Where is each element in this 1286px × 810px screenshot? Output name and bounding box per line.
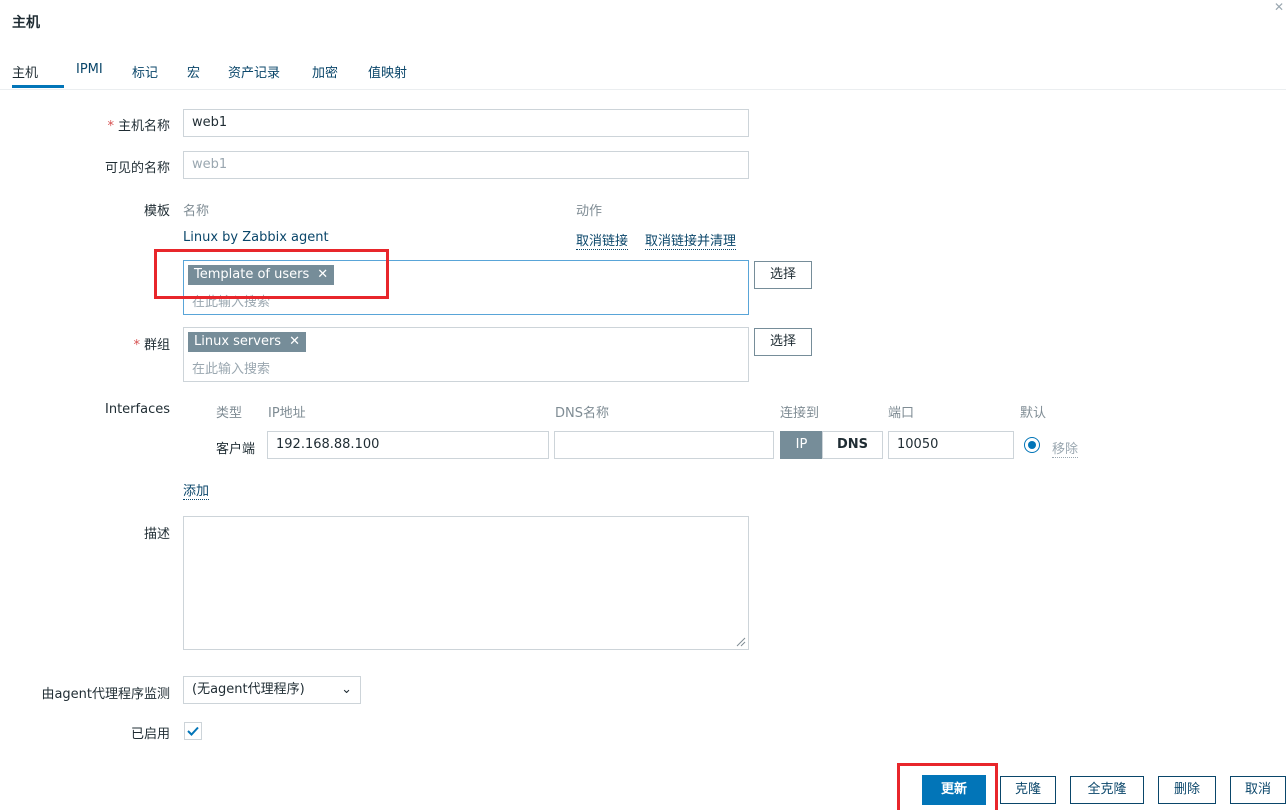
description-textarea[interactable] <box>183 516 749 650</box>
proxy-select-value: (无agent代理程序) <box>192 682 305 697</box>
templates-search-input[interactable]: 在此输入搜索 <box>192 291 270 310</box>
remove-chip-icon[interactable]: ✕ <box>289 334 300 349</box>
visible-name-label: 可见的名称 <box>104 161 170 176</box>
templates-col-name: 名称 <box>183 204 210 219</box>
interface-type: 客户端 <box>216 442 256 457</box>
description-label: 描述 <box>143 527 170 542</box>
connect-ip-toggle[interactable]: IP <box>780 431 823 459</box>
groups-label: * 群组 <box>133 338 170 353</box>
interfaces-col-connect: 连接到 <box>780 406 820 421</box>
enabled-label: 已启用 <box>130 727 170 742</box>
unlink-link[interactable]: 取消链接 <box>576 230 629 250</box>
full-clone-button[interactable]: 全克隆 <box>1070 776 1144 804</box>
tab-encryption[interactable]: 加密 <box>312 62 338 81</box>
template-chip: Template of users ✕ <box>188 265 335 285</box>
templates-label: 模板 <box>143 204 170 219</box>
group-chip-label: Linux servers <box>194 334 282 349</box>
checkmark-icon <box>187 726 199 736</box>
templates-col-action: 动作 <box>576 204 603 219</box>
default-interface-radio[interactable] <box>1024 437 1040 453</box>
tab-ipmi[interactable]: IPMI <box>76 62 103 77</box>
tab-inventory[interactable]: 资产记录 <box>228 62 280 81</box>
remove-chip-icon[interactable]: ✕ <box>317 267 328 282</box>
interface-port-input[interactable]: 10050 <box>888 431 1014 459</box>
interfaces-col-port: 端口 <box>888 406 915 421</box>
active-tab-indicator <box>12 85 64 88</box>
groups-multiselect[interactable]: Linux servers ✕ 在此输入搜索 <box>183 327 749 382</box>
remove-interface-link[interactable]: 移除 <box>1052 438 1079 458</box>
template-chip-label: Template of users <box>194 267 310 282</box>
chevron-down-icon: ⌄ <box>341 682 352 697</box>
interfaces-col-ip: IP地址 <box>268 406 306 421</box>
resize-handle-icon[interactable] <box>736 637 746 647</box>
interface-ip-input[interactable]: 192.168.88.100 <box>267 431 549 459</box>
interfaces-label: Interfaces <box>105 402 170 417</box>
tab-tags[interactable]: 标记 <box>132 62 158 81</box>
tab-value-mapping[interactable]: 值映射 <box>368 62 407 81</box>
host-name-input[interactable]: web1 <box>183 109 749 137</box>
interface-dns-input[interactable] <box>554 431 774 459</box>
clone-button[interactable]: 克隆 <box>1000 776 1056 804</box>
interfaces-col-default: 默认 <box>1020 406 1047 421</box>
templates-multiselect[interactable]: Template of users ✕ 在此输入搜索 <box>183 260 749 315</box>
tab-macros[interactable]: 宏 <box>187 62 200 81</box>
page-title: 主机 <box>12 15 40 31</box>
linked-template-name[interactable]: Linux by Zabbix agent <box>183 230 329 245</box>
proxy-select[interactable]: (无agent代理程序) ⌄ <box>183 676 361 704</box>
unlink-and-clear-link[interactable]: 取消链接并清理 <box>645 230 737 250</box>
group-chip: Linux servers ✕ <box>188 332 306 352</box>
templates-select-button[interactable]: 选择 <box>754 261 812 289</box>
tab-host[interactable]: 主机 <box>12 62 38 81</box>
host-name-label: * 主机名称 <box>107 119 170 134</box>
enabled-checkbox[interactable] <box>184 722 202 740</box>
cancel-button[interactable]: 取消 <box>1230 776 1286 804</box>
delete-button[interactable]: 删除 <box>1158 776 1216 804</box>
tab-bar: 主机 IPMI 标记 宏 资产记录 加密 值映射 <box>0 58 1286 90</box>
interfaces-col-type: 类型 <box>216 406 243 421</box>
interfaces-col-dns: DNS名称 <box>555 406 609 421</box>
groups-search-input[interactable]: 在此输入搜索 <box>192 358 270 377</box>
update-button[interactable]: 更新 <box>922 775 986 805</box>
groups-select-button[interactable]: 选择 <box>754 328 812 356</box>
connect-dns-toggle[interactable]: DNS <box>822 431 883 459</box>
add-interface-link[interactable]: 添加 <box>183 480 210 500</box>
close-icon[interactable]: ✕ <box>1274 0 1284 14</box>
visible-name-input[interactable]: web1 <box>183 151 749 179</box>
proxy-label: 由agent代理程序监测 <box>41 687 170 702</box>
